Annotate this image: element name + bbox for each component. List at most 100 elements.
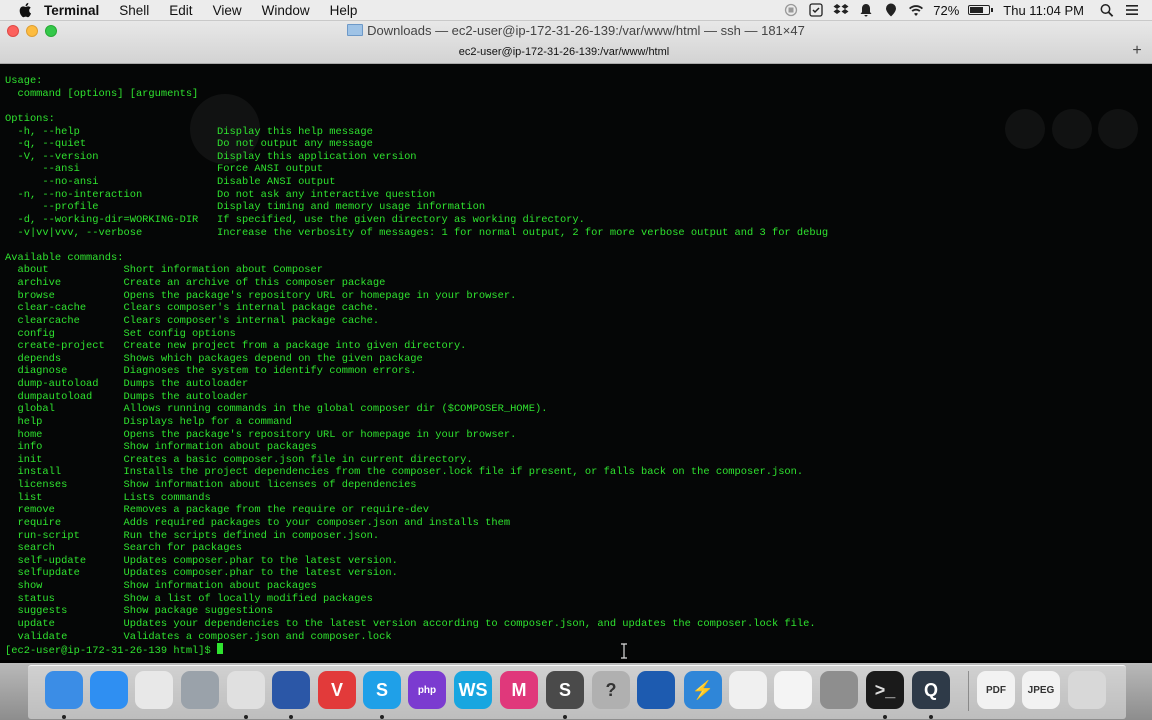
running-indicator: [883, 715, 887, 719]
pdf-document-glyph: PDF: [986, 684, 1006, 696]
terminal-line: -q, --quiet Do not output any message: [5, 138, 373, 151]
dropbox-icon[interactable]: [833, 3, 849, 17]
menu-window[interactable]: Window: [262, 3, 310, 18]
terminal-icon[interactable]: >_: [866, 671, 904, 709]
menu-bar: Terminal Shell Edit View Window Help 72%…: [0, 0, 1152, 21]
terminal-line: dumpautoload Dumps the autoloader: [5, 390, 249, 403]
tab-title: ec2-user@ip-172-31-26-139:/var/www/html: [458, 46, 670, 58]
background-reflection: [1005, 109, 1045, 149]
safari-icon[interactable]: [90, 671, 128, 709]
bolt-icon[interactable]: ⚡: [684, 671, 722, 709]
menu-edit[interactable]: Edit: [169, 3, 192, 18]
bolt-glyph: ⚡: [691, 679, 715, 700]
quicktime-glyph: Q: [923, 679, 938, 700]
quicktime-icon[interactable]: Q: [912, 671, 950, 709]
terminal-line: licenses Show information about licenses…: [5, 479, 417, 491]
background-reflection: [1098, 109, 1138, 149]
terminal-line: config Set config options: [5, 327, 236, 340]
spotlight-search-icon[interactable]: [1099, 3, 1115, 17]
terminal-line: -v|vv|vvv, --verbose Increase the verbos…: [5, 226, 829, 239]
tab-ssh-session[interactable]: ec2-user@ip-172-31-26-139:/var/www/html: [0, 42, 1128, 62]
pdf-document-icon[interactable]: PDF: [977, 671, 1015, 709]
sublime-icon[interactable]: S: [546, 671, 584, 709]
rocket-icon[interactable]: [181, 671, 219, 709]
vivaldi-glyph: V: [330, 679, 343, 700]
terminal-line: Options:: [5, 112, 55, 125]
launchpad-icon[interactable]: [135, 671, 173, 709]
terminal-line: command [options] [arguments]: [5, 87, 199, 100]
terminal-content[interactable]: Usage: command [options] [arguments] Opt…: [0, 64, 1152, 660]
photos-icon[interactable]: [729, 671, 767, 709]
webstorm-glyph: WS: [458, 679, 488, 700]
battery-percent[interactable]: 72%: [933, 3, 959, 18]
sourcetree-icon[interactable]: [637, 671, 675, 709]
trash-icon[interactable]: [1068, 671, 1106, 709]
webstorm-icon[interactable]: WS: [454, 671, 492, 709]
running-indicator: [563, 715, 567, 719]
terminal-line: dump-autoload Dumps the autoloader: [5, 378, 249, 390]
window-title-text: Downloads — ec2-user@ip-172-31-26-139:/v…: [367, 23, 805, 38]
phpstorm-icon[interactable]: php: [408, 671, 446, 709]
terminal-line: install Installs the project dependencie…: [5, 466, 804, 479]
terminal-line: update Updates your dependencies to the …: [5, 617, 816, 630]
finder-icon[interactable]: [45, 671, 83, 709]
notification-bell-icon[interactable]: [858, 3, 874, 17]
skype-icon[interactable]: S: [363, 671, 401, 709]
terminal-line: -h, --help Display this help message: [5, 125, 373, 138]
running-indicator: [380, 715, 384, 719]
terminal-line: init Creates a basic composer.json file …: [5, 453, 473, 466]
terminal-line: clearcache Clears composer's internal pa…: [5, 314, 380, 327]
terminal-line: depends Shows which packages depend on t…: [5, 352, 423, 365]
terminal-line: selfupdate Updates composer.phar to the …: [5, 567, 398, 580]
chrome-icon[interactable]: [227, 671, 265, 709]
popcorn-icon[interactable]: [774, 671, 812, 709]
running-indicator: [62, 715, 66, 719]
terminal-line: info Show information about packages: [5, 441, 317, 454]
terminal-line: status Show a list of locally modified p…: [5, 592, 373, 605]
terminal-output: Usage: command [options] [arguments] Opt…: [5, 75, 828, 658]
skype-glyph: S: [375, 679, 388, 700]
vs-icon[interactable]: M: [500, 671, 538, 709]
new-tab-plus-icon[interactable]: +: [1128, 42, 1146, 60]
menu-view[interactable]: View: [213, 3, 242, 18]
running-indicator: [244, 715, 248, 719]
menu-shell[interactable]: Shell: [119, 3, 149, 18]
window-title: Downloads — ec2-user@ip-172-31-26-139:/v…: [0, 22, 1152, 40]
vs-glyph: M: [511, 679, 527, 700]
help-icon[interactable]: ?: [592, 671, 630, 709]
terminal-cursor: [217, 643, 224, 655]
vivaldi-icon[interactable]: V: [318, 671, 356, 709]
terminal-line: self-update Updates composer.phar to the…: [5, 554, 398, 567]
terminal-glyph: >_: [874, 679, 896, 700]
location-pin-icon[interactable]: [883, 3, 899, 17]
menu-help[interactable]: Help: [330, 3, 358, 18]
sublime-glyph: S: [558, 679, 571, 700]
terminal-line: list Lists commands: [5, 491, 211, 504]
wifi-icon[interactable]: [908, 3, 924, 17]
terminal-line: diagnose Diagnoses the system to identif…: [5, 365, 417, 378]
dock: V Sphp WS M S? ⚡ >_ Q PDF JPEG: [0, 663, 1152, 720]
clock[interactable]: Thu 11:04 PM: [1003, 3, 1084, 18]
terminal-line: about Short information about Composer: [5, 264, 324, 277]
menu-app-name[interactable]: Terminal: [44, 3, 99, 18]
window-title-bar: Downloads — ec2-user@ip-172-31-26-139:/v…: [0, 21, 1152, 64]
firefox-icon[interactable]: [272, 671, 310, 709]
system-preferences-icon[interactable]: [820, 671, 858, 709]
terminal-line: search Search for packages: [5, 542, 242, 555]
apple-menu-icon[interactable]: [18, 2, 32, 18]
terminal-line: browse Opens the package's repository UR…: [5, 289, 517, 302]
notification-center-icon[interactable]: [1124, 3, 1140, 17]
jpeg-document-glyph: JPEG: [1027, 684, 1055, 696]
terminal-line: require Adds required packages to your c…: [5, 516, 511, 529]
terminal-line: -n, --no-interaction Do not ask any inte…: [5, 188, 436, 201]
terminal-line: -V, --version Display this application v…: [5, 150, 417, 163]
battery-icon[interactable]: [968, 5, 994, 15]
terminal-line: --profile Display timing and memory usag…: [5, 201, 486, 214]
running-indicator: [289, 715, 293, 719]
jpeg-document-icon[interactable]: JPEG: [1022, 671, 1060, 709]
terminal-line: help Displays help for a command: [5, 415, 292, 428]
text-cursor-icon: [621, 643, 627, 659]
terminal-line: global Allows running commands in the gl…: [5, 403, 548, 416]
record-icon[interactable]: [783, 3, 799, 17]
checkbox-icon[interactable]: [808, 3, 824, 17]
